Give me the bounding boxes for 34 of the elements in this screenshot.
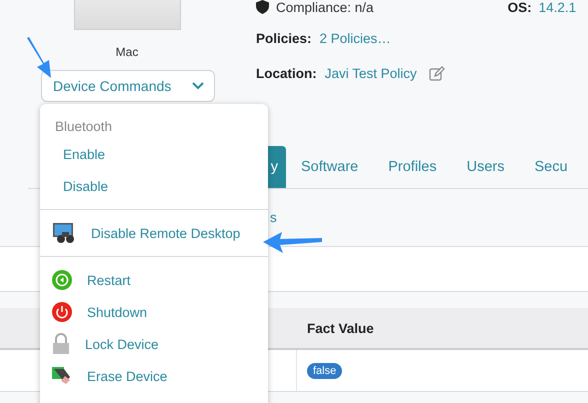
pointer-arrow — [262, 230, 324, 254]
chevron-icon — [192, 82, 204, 90]
tab[interactable]: Software — [286, 146, 374, 188]
location-label: Location: — [256, 66, 317, 80]
policies-label: Policies: — [256, 30, 312, 46]
menu-item[interactable]: Erase Device — [40, 360, 268, 392]
menu-section-header: Bluetooth — [54, 118, 114, 136]
policies-link[interactable]: 2 Policies… — [320, 30, 391, 46]
edit-icon[interactable] — [428, 66, 445, 80]
device-commands-button[interactable]: Device Commands — [41, 70, 215, 102]
shield-icon — [256, 0, 269, 14]
power-icon — [52, 302, 72, 322]
os-label: OS: — [508, 0, 532, 14]
eraser-icon — [52, 367, 72, 385]
value-badge: false — [307, 362, 342, 378]
tab[interactable]: Profiles — [373, 146, 452, 188]
tab[interactable]: Secu — [519, 146, 583, 188]
monitor-binoculars-icon — [52, 222, 76, 244]
lock-icon — [52, 333, 70, 355]
restart-icon — [52, 270, 72, 290]
sub-tab[interactable]: s — [270, 210, 277, 225]
tab[interactable]: Users — [452, 146, 520, 188]
menu-item[interactable]: Disable — [40, 170, 268, 202]
menu-item[interactable]: Lock Device — [40, 328, 268, 360]
menu-item[interactable]: Enable — [40, 138, 268, 170]
column-header: Fact Value — [307, 320, 374, 336]
menu-item[interactable]: Disable Remote Desktop — [40, 217, 268, 249]
location-link[interactable]: Javi Test Policy — [324, 66, 417, 80]
menu-item[interactable]: Shutdown — [40, 296, 268, 328]
compliance-status: Compliance: n/a — [276, 0, 374, 14]
os-version: 14.2.1 — [538, 0, 576, 14]
pointer-arrow — [24, 36, 54, 80]
menu-item[interactable]: Restart — [40, 264, 268, 296]
device-name: Mac — [114, 44, 140, 60]
